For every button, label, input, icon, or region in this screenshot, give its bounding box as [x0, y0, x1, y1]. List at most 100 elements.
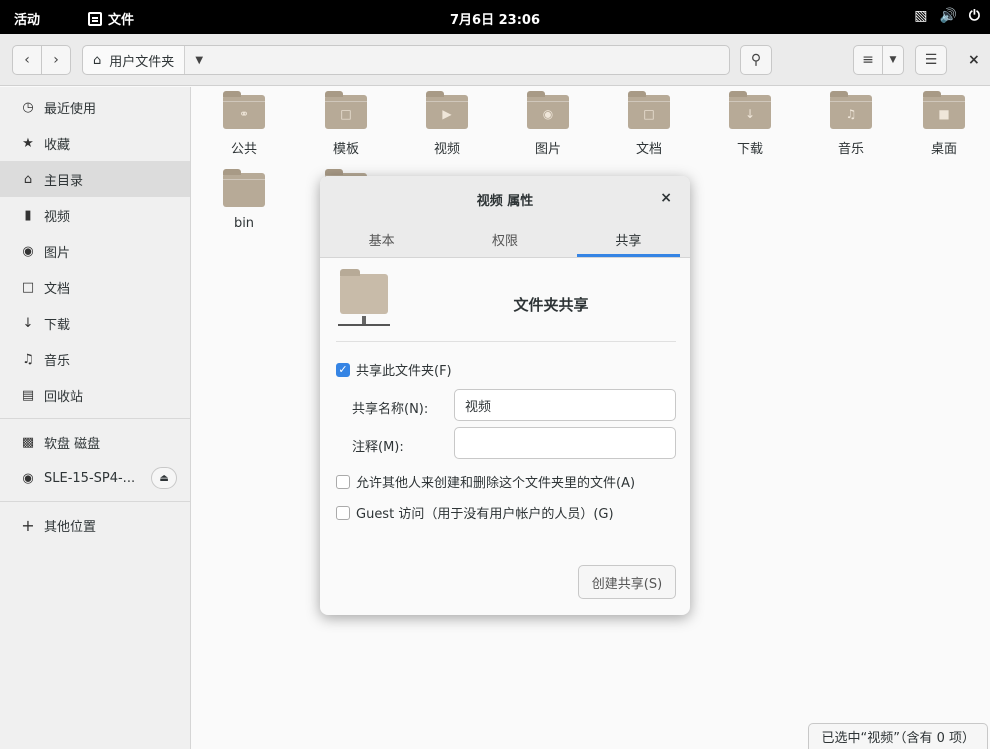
close-window-button[interactable]: × [968, 52, 980, 68]
share-folder-checkbox[interactable]: ✓ 共享此文件夹(F) [336, 360, 452, 379]
sidebar-item-label: 回收站 [44, 389, 84, 405]
video-icon: ▮ [24, 207, 32, 223]
template-icon: □ [325, 91, 367, 129]
triangle-down-icon: ▼ [195, 54, 204, 66]
music-icon: ♫ [22, 351, 34, 367]
app-menu[interactable]: 文件 [88, 9, 134, 28]
files-app-icon [88, 11, 102, 26]
activities-button[interactable]: 活动 [14, 9, 40, 28]
path-bar: ⌂ 用户文件夹 ▼ [82, 45, 730, 75]
folder-name: 下载 [736, 142, 763, 157]
share-name-label: 共享名称(N): [352, 402, 429, 417]
folder-name: 公共 [230, 142, 257, 157]
download-icon: ↓ [22, 315, 34, 331]
sidebar-item-trash[interactable]: ▤ 回收站 [0, 377, 190, 413]
status-bar: 已选中“视频”（含有 0 项） [808, 723, 988, 749]
sidebar-separator [0, 501, 190, 502]
allow-others-checkbox[interactable]: 允许其他人来创建和删除这个文件夹里的文件(A) [336, 472, 635, 491]
sidebar-item-other-locations[interactable]: + 其他位置 [0, 507, 190, 543]
check-icon: ✓ [336, 362, 350, 377]
comment-label: 注释(M): [352, 440, 404, 455]
sidebar-item-label: 主目录 [44, 173, 84, 189]
sidebar-item-pictures[interactable]: ◉ 图片 [0, 233, 190, 269]
header-bar: ‹ › ⌂ 用户文件夹 ▼ ⚲ ≡ ▼ ☰ × [0, 34, 990, 86]
share-title: 文件夹共享 [513, 296, 589, 314]
sidebar-item-label: 下载 [44, 317, 71, 333]
app-name: 文件 [108, 13, 135, 28]
back-button[interactable]: ‹ [12, 45, 42, 75]
sidebar-item-label: 文档 [44, 281, 71, 297]
folder-name: 图片 [534, 142, 561, 157]
folder-item[interactable]: □ 模板 [300, 91, 392, 157]
desktop-icon: ■ [923, 91, 965, 129]
folder-item[interactable]: ⚭ 公共 [198, 91, 290, 157]
sidebar-item-documents[interactable]: □ 文档 [0, 269, 190, 305]
folder-item[interactable]: □ 文档 [603, 91, 695, 157]
sidebar: ◷ 最近使用 ★ 收藏 ⌂ 主目录 ▮ 视频 ◉ 图片 □ 文档 ↓ 下载 ♫ 音乐 ▤ 回收站 … [0, 87, 191, 749]
folder-item[interactable]: ◉ 图片 [502, 91, 594, 157]
view-options-button[interactable]: ▼ [882, 45, 904, 75]
folder-item[interactable]: ■ 桌面 [898, 91, 990, 157]
power-icon[interactable]: ⏻ [969, 8, 980, 24]
sidebar-item-label: SLE-15-SP4-... [44, 470, 136, 486]
eject-icon: ⏏ [159, 472, 169, 484]
sidebar-item-label: 视频 [44, 209, 71, 225]
sidebar-item-label: 收藏 [44, 137, 71, 153]
path-home-button[interactable]: ⌂ 用户文件夹 [83, 46, 186, 74]
checkbox-label: Guest 访问（用于没有用户帐户的人员）(G) [356, 507, 614, 522]
chevron-left-icon: ‹ [24, 52, 30, 68]
camera-icon: ◉ [527, 91, 569, 129]
home-icon: ⌂ [93, 52, 102, 68]
dialog-title: 视频 属性 [320, 176, 690, 222]
folder-icon [223, 169, 265, 207]
sidebar-item-starred[interactable]: ★ 收藏 [0, 125, 190, 161]
sidebar-item-recent[interactable]: ◷ 最近使用 [0, 89, 190, 125]
camera-icon: ◉ [22, 243, 34, 259]
sidebar-item-videos[interactable]: ▮ 视频 [0, 197, 190, 233]
folder-item[interactable]: ♫ 音乐 [805, 91, 897, 157]
guest-access-checkbox[interactable]: Guest 访问（用于没有用户帐户的人员）(G) [336, 503, 614, 522]
tab-permissions[interactable]: 权限 [443, 222, 566, 257]
network-icon[interactable]: ▧ [914, 8, 927, 24]
document-icon: □ [21, 279, 35, 295]
download-icon: ↓ [729, 91, 771, 129]
view-list-button[interactable]: ≡ [853, 45, 883, 75]
comment-field[interactable] [454, 427, 676, 459]
volume-icon[interactable]: 🔊 [939, 8, 956, 24]
triangle-down-icon: ▼ [889, 55, 897, 65]
properties-dialog: 视频 属性 × 基本 权限 共享 文件夹共享 ✓ 共享此文件夹(F) 共享名称(… [320, 176, 690, 615]
sidebar-item-label: 软盘 磁盘 [44, 436, 101, 452]
clock[interactable]: 7月6日 23:06 [450, 13, 540, 28]
tab-basic[interactable]: 基本 [320, 222, 443, 257]
main-menu-button[interactable]: ☰ [915, 45, 947, 75]
hamburger-icon: ☰ [924, 52, 938, 68]
video-icon: ▶ [426, 91, 468, 129]
recent-icon: ◷ [22, 99, 34, 115]
music-icon: ♫ [830, 91, 872, 129]
folder-name: 视频 [433, 142, 460, 157]
sidebar-item-home[interactable]: ⌂ 主目录 [0, 161, 190, 197]
search-button[interactable]: ⚲ [740, 45, 772, 75]
folder-item[interactable]: ▶ 视频 [401, 91, 493, 157]
sidebar-item-downloads[interactable]: ↓ 下载 [0, 305, 190, 341]
folder-item[interactable]: ↓ 下载 [704, 91, 796, 157]
folder-name: 文档 [635, 142, 662, 157]
sidebar-item-floppy[interactable]: ▩ 软盘 磁盘 [0, 424, 190, 460]
sidebar-separator [0, 418, 190, 419]
forward-button[interactable]: › [41, 45, 71, 75]
document-icon: □ [628, 91, 670, 129]
sidebar-item-music[interactable]: ♫ 音乐 [0, 341, 190, 377]
eject-button[interactable]: ⏏ [151, 467, 178, 489]
create-share-button[interactable]: 创建共享(S) [578, 565, 676, 599]
folder-item[interactable]: bin [198, 169, 290, 231]
sidebar-item-disc[interactable]: ◉ SLE-15-SP4-... ⏏ [0, 460, 190, 496]
system-tray[interactable]: ▧ 🔊 ⏻ [914, 8, 980, 24]
share-name-field[interactable]: 视频 [454, 389, 676, 421]
floppy-icon: ▩ [21, 434, 35, 450]
close-dialog-button[interactable]: × [660, 190, 672, 206]
sidebar-item-label: 其他位置 [44, 519, 97, 535]
dialog-tabs: 基本 权限 共享 [320, 222, 690, 258]
folder-name: 模板 [332, 142, 359, 157]
path-dropdown-button[interactable]: ▼ [185, 55, 213, 66]
tab-sharing[interactable]: 共享 [567, 222, 690, 257]
